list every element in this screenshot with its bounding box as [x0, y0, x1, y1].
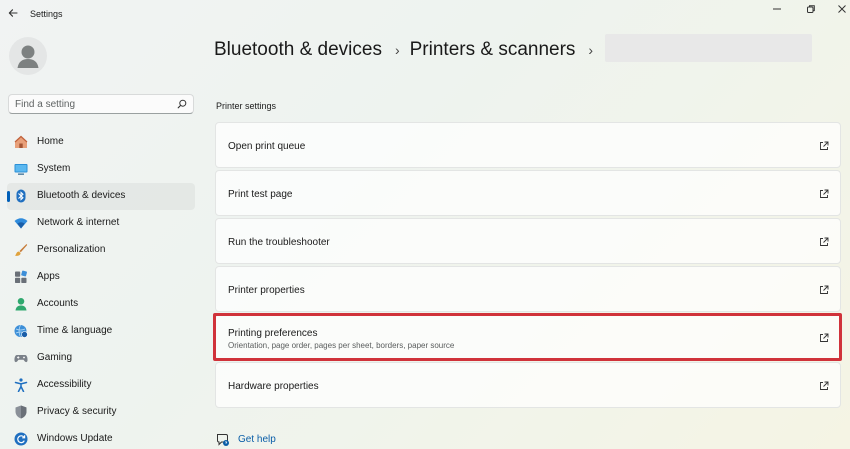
sidebar-item-home[interactable]: Home [7, 129, 195, 156]
sidebar-item-label: System [37, 163, 71, 174]
card-printing-preferences[interactable]: Printing preferences Orientation, page o… [215, 314, 841, 360]
restore-icon [807, 5, 815, 13]
sidebar-item-label: Gaming [37, 352, 73, 363]
sidebar-item-time-language[interactable]: Time & language [7, 318, 195, 345]
sidebar-item-system[interactable]: System [7, 156, 195, 183]
sidebar-item-label: Apps [37, 271, 60, 282]
sidebar-item-personalization[interactable]: Personalization [7, 237, 195, 264]
search-input[interactable] [15, 95, 175, 113]
restore-button[interactable] [796, 2, 826, 16]
home-icon [14, 135, 28, 148]
card-print-test-page[interactable]: Print test page [215, 170, 841, 216]
sidebar-item-label: Bluetooth & devices [37, 190, 126, 201]
shield-icon [15, 405, 27, 419]
card-run-troubleshooter[interactable]: Run the troubleshooter [215, 218, 841, 264]
system-icon [14, 164, 28, 175]
sidebar-item-network-internet[interactable]: Network & internet [7, 210, 195, 237]
accounts-icon [15, 298, 27, 311]
close-icon [838, 5, 846, 13]
breadcrumb-separator: › [394, 42, 400, 58]
card-printer-properties[interactable]: Printer properties [215, 266, 841, 312]
sidebar-item-bluetooth-devices[interactable]: Bluetooth & devices [7, 183, 195, 210]
get-help-label: Get help [238, 434, 276, 445]
sidebar-item-label: Accounts [37, 298, 79, 309]
help-icon [217, 434, 229, 446]
title-bar: Settings [0, 0, 850, 28]
section-title: Printer settings [216, 101, 277, 111]
back-button[interactable] [6, 6, 20, 20]
sidebar-item-label: Network & internet [37, 217, 120, 228]
card-subtitle: Orientation, page order, pages per sheet… [228, 341, 455, 350]
breadcrumb-item-printers-scanners[interactable]: Printers & scanners [410, 39, 576, 61]
open-external-icon [820, 285, 829, 294]
bluetooth-icon [16, 189, 26, 203]
redacted-printer-name [605, 34, 812, 62]
sidebar-item-label: Windows Update [37, 433, 113, 444]
sidebar-item-label: Accessibility [37, 379, 92, 390]
card-title: Hardware properties [228, 381, 319, 392]
sidebar-item-windows-update[interactable]: Windows Update [7, 426, 195, 449]
card-title: Open print queue [228, 141, 306, 152]
sidebar-item-apps[interactable]: Apps [7, 264, 195, 291]
globe-clock-icon [14, 324, 28, 338]
sidebar-item-accessibility[interactable]: Accessibility [7, 372, 195, 399]
sidebar-item-privacy-security[interactable]: Privacy & security [7, 399, 195, 426]
update-icon [14, 432, 28, 446]
user-avatar-icon [17, 45, 39, 68]
apps-icon [15, 270, 27, 283]
back-arrow-icon [8, 9, 18, 17]
sidebar-item-label: Home [37, 136, 64, 147]
card-title: Printer properties [228, 285, 305, 296]
card-hardware-properties[interactable]: Hardware properties [215, 362, 841, 408]
app-title: Settings [30, 9, 63, 19]
card-open-print-queue[interactable]: Open print queue [215, 122, 841, 168]
search-icon[interactable] [177, 99, 187, 109]
active-indicator [7, 191, 10, 202]
breadcrumb: Bluetooth & devices › Printers & scanner… [214, 36, 603, 64]
wifi-icon [14, 218, 28, 229]
open-external-icon [820, 237, 829, 246]
card-title: Print test page [228, 189, 293, 200]
card-title: Printing preferences [228, 328, 318, 339]
sidebar-item-label: Time & language [37, 325, 113, 336]
accessibility-icon [14, 378, 28, 392]
search-box[interactable] [8, 94, 194, 114]
minimize-button[interactable] [762, 2, 792, 16]
sidebar-item-gaming[interactable]: Gaming [7, 345, 195, 372]
breadcrumb-separator: › [588, 42, 594, 58]
sidebar-item-label: Privacy & security [37, 406, 117, 417]
card-title: Run the troubleshooter [228, 237, 330, 248]
brush-icon [15, 244, 28, 256]
open-external-icon [820, 189, 829, 198]
close-button[interactable] [827, 2, 850, 16]
user-avatar[interactable] [9, 37, 47, 75]
open-external-icon [820, 333, 829, 342]
minimize-icon [773, 8, 781, 10]
sidebar-nav: Home System Bluetooth & devices Network … [7, 129, 195, 449]
open-external-icon [820, 141, 829, 150]
gamepad-icon [14, 355, 28, 363]
sidebar-item-label: Personalization [37, 244, 106, 255]
breadcrumb-item-bluetooth-devices[interactable]: Bluetooth & devices [214, 39, 382, 61]
sidebar-item-accounts[interactable]: Accounts [7, 291, 195, 318]
open-external-icon [820, 381, 829, 390]
